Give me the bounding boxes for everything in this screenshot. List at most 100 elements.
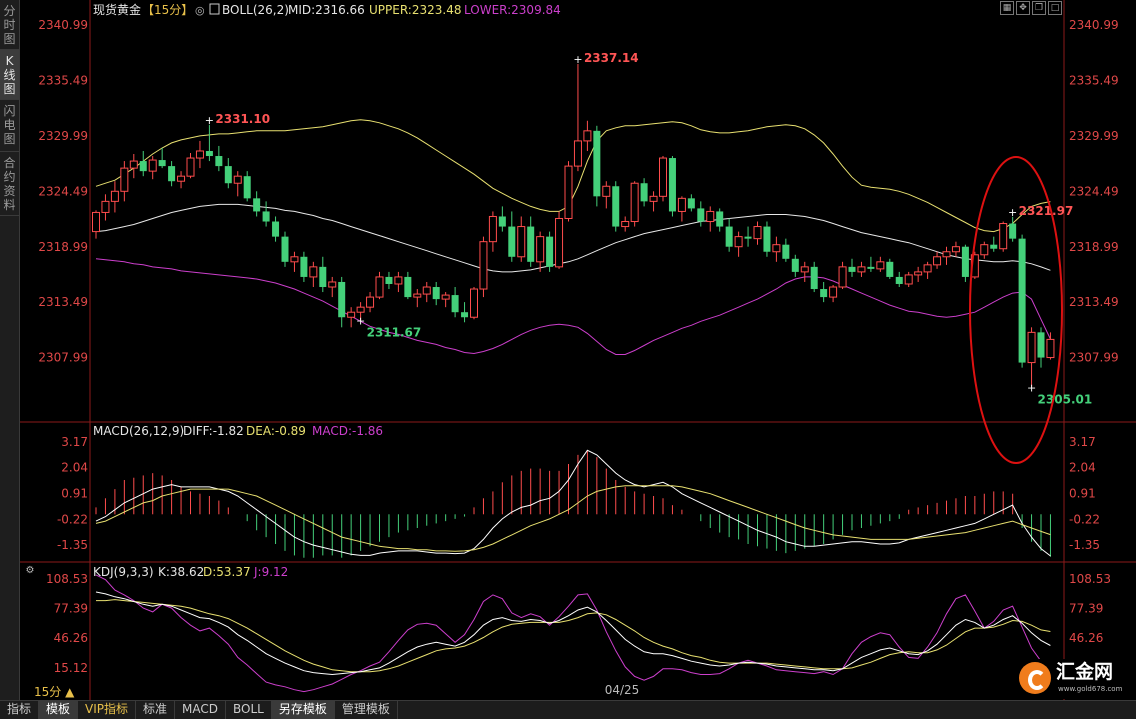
- candle-body: [168, 166, 176, 182]
- macd-title: MACD(26,12,9): [93, 424, 184, 438]
- macd-tick-right: 0.91: [1069, 486, 1096, 500]
- candle-body: [630, 182, 639, 223]
- candle-body: [725, 226, 733, 247]
- candle-body: [649, 195, 658, 202]
- tab-boll[interactable]: BOLL: [226, 701, 272, 719]
- candle-body: [224, 166, 232, 184]
- candle-body: [281, 236, 289, 262]
- candle-body: [300, 256, 308, 277]
- candle-body: [139, 161, 147, 172]
- candle-body: [697, 208, 705, 222]
- candle-body: [413, 293, 422, 298]
- candle-body: [800, 266, 809, 273]
- candle-body: [243, 176, 251, 199]
- candle-body: [791, 258, 799, 272]
- macd-tick-left: 0.91: [61, 486, 88, 500]
- price-tick-right: 2329.99: [1069, 129, 1119, 143]
- tab-macd[interactable]: MACD: [175, 701, 227, 719]
- price-tick-left: 2307.99: [38, 351, 88, 365]
- extreme-marker: +: [1027, 382, 1036, 395]
- tab-manage-templates[interactable]: 管理模板: [335, 701, 398, 719]
- candle-body: [290, 256, 299, 263]
- candle-body: [272, 221, 280, 237]
- price-tick-left: 2318.99: [38, 240, 88, 254]
- candle-body: [375, 276, 384, 298]
- macd-diff-line: [95, 449, 1051, 557]
- window-toolbar: ▦ ✥ ❐ □: [1000, 1, 1062, 15]
- maximize-icon[interactable]: □: [1048, 1, 1062, 15]
- candle-body: [933, 256, 942, 266]
- candle-body: [612, 186, 620, 227]
- price-tick-right: 2307.99: [1069, 351, 1119, 365]
- candle-body: [233, 175, 242, 184]
- candle-body: [923, 264, 932, 273]
- candle-body: [356, 306, 365, 313]
- macd-tick-right: 3.17: [1069, 435, 1096, 449]
- logo-url: www.gold678.com: [1058, 685, 1123, 693]
- candle-body: [215, 156, 223, 167]
- logo-mark-icon: [1019, 662, 1051, 694]
- candle-body: [555, 217, 564, 268]
- macd-tick-right: 2.04: [1069, 461, 1096, 475]
- grid-icon[interactable]: ▦: [1000, 1, 1014, 15]
- candle-body: [564, 165, 573, 219]
- tab-save-template[interactable]: 另存模板: [271, 701, 335, 719]
- candle-body: [451, 295, 459, 313]
- boll-mid-line: [95, 203, 1051, 273]
- candle-body: [309, 266, 318, 278]
- extreme-label-low: 2311.67: [367, 326, 422, 340]
- extreme-label-high: 2337.14: [584, 51, 639, 65]
- macd-dea-label: DEA:-0.89: [246, 424, 306, 438]
- price-tick-left: 2313.49: [38, 295, 88, 309]
- candle-body: [640, 183, 648, 202]
- candle-body: [177, 175, 186, 182]
- move-icon[interactable]: ✥: [1016, 1, 1030, 15]
- candle-body: [101, 200, 110, 213]
- candle-body: [573, 140, 582, 167]
- candle-body: [470, 288, 478, 318]
- price-tick-right: 2313.49: [1069, 295, 1119, 309]
- macd-diff-label: DIFF:-1.82: [183, 424, 244, 438]
- candle-body: [1046, 338, 1055, 359]
- kdj-tick-left: 77.39: [54, 602, 88, 616]
- candle-body: [999, 223, 1008, 250]
- settings-circle-icon: ◎: [195, 4, 205, 17]
- kdj-settings-icon: ⚙: [26, 565, 35, 576]
- price-tick-right: 2324.49: [1069, 184, 1119, 198]
- candle-body: [338, 281, 346, 318]
- logo-text: 汇金网: [1056, 661, 1114, 683]
- kdj-tick-right: 46.26: [1069, 631, 1103, 645]
- tab-standard[interactable]: 标准: [136, 701, 176, 719]
- candle-body: [838, 266, 847, 288]
- candle-body: [347, 311, 356, 318]
- candle-body: [186, 157, 195, 177]
- kdj-j-label: J:9.12: [253, 565, 288, 579]
- candle-body: [753, 226, 762, 240]
- price-tick-left: 2335.49: [38, 74, 88, 88]
- candle-body: [328, 281, 337, 288]
- tab-vip-indicators[interactable]: VIP指标: [78, 701, 137, 719]
- candle-body: [1018, 238, 1026, 363]
- boll-mid-label: MID:2316.66: [288, 3, 365, 17]
- candle-body: [687, 198, 695, 209]
- kdj-k-line: [95, 591, 1051, 676]
- price-tick-right: 2318.99: [1069, 240, 1119, 254]
- tab-indicators[interactable]: 指标: [0, 701, 40, 719]
- boll-lower-line: [95, 258, 1051, 355]
- tab-templates[interactable]: 模板: [39, 701, 79, 719]
- candle-body: [867, 266, 875, 269]
- candle-body: [120, 167, 129, 192]
- candle-body: [319, 266, 327, 288]
- candle-body: [366, 296, 375, 308]
- candle-body: [404, 276, 412, 298]
- kdj-j-line: [95, 574, 1051, 693]
- chart-area[interactable]: 2340.99 2340.99 2335.49 2335.49 2329.99 2329.…: [0, 0, 1136, 700]
- candle-body: [432, 287, 440, 300]
- extreme-label-high: 2331.10: [215, 112, 270, 126]
- candle-body: [536, 236, 545, 263]
- restore-icon[interactable]: ❐: [1032, 1, 1046, 15]
- period-selector[interactable]: 15分 ▲: [34, 685, 75, 699]
- candle-body: [961, 246, 969, 277]
- price-tick-left: 2329.99: [38, 129, 88, 143]
- candle-body: [205, 150, 213, 157]
